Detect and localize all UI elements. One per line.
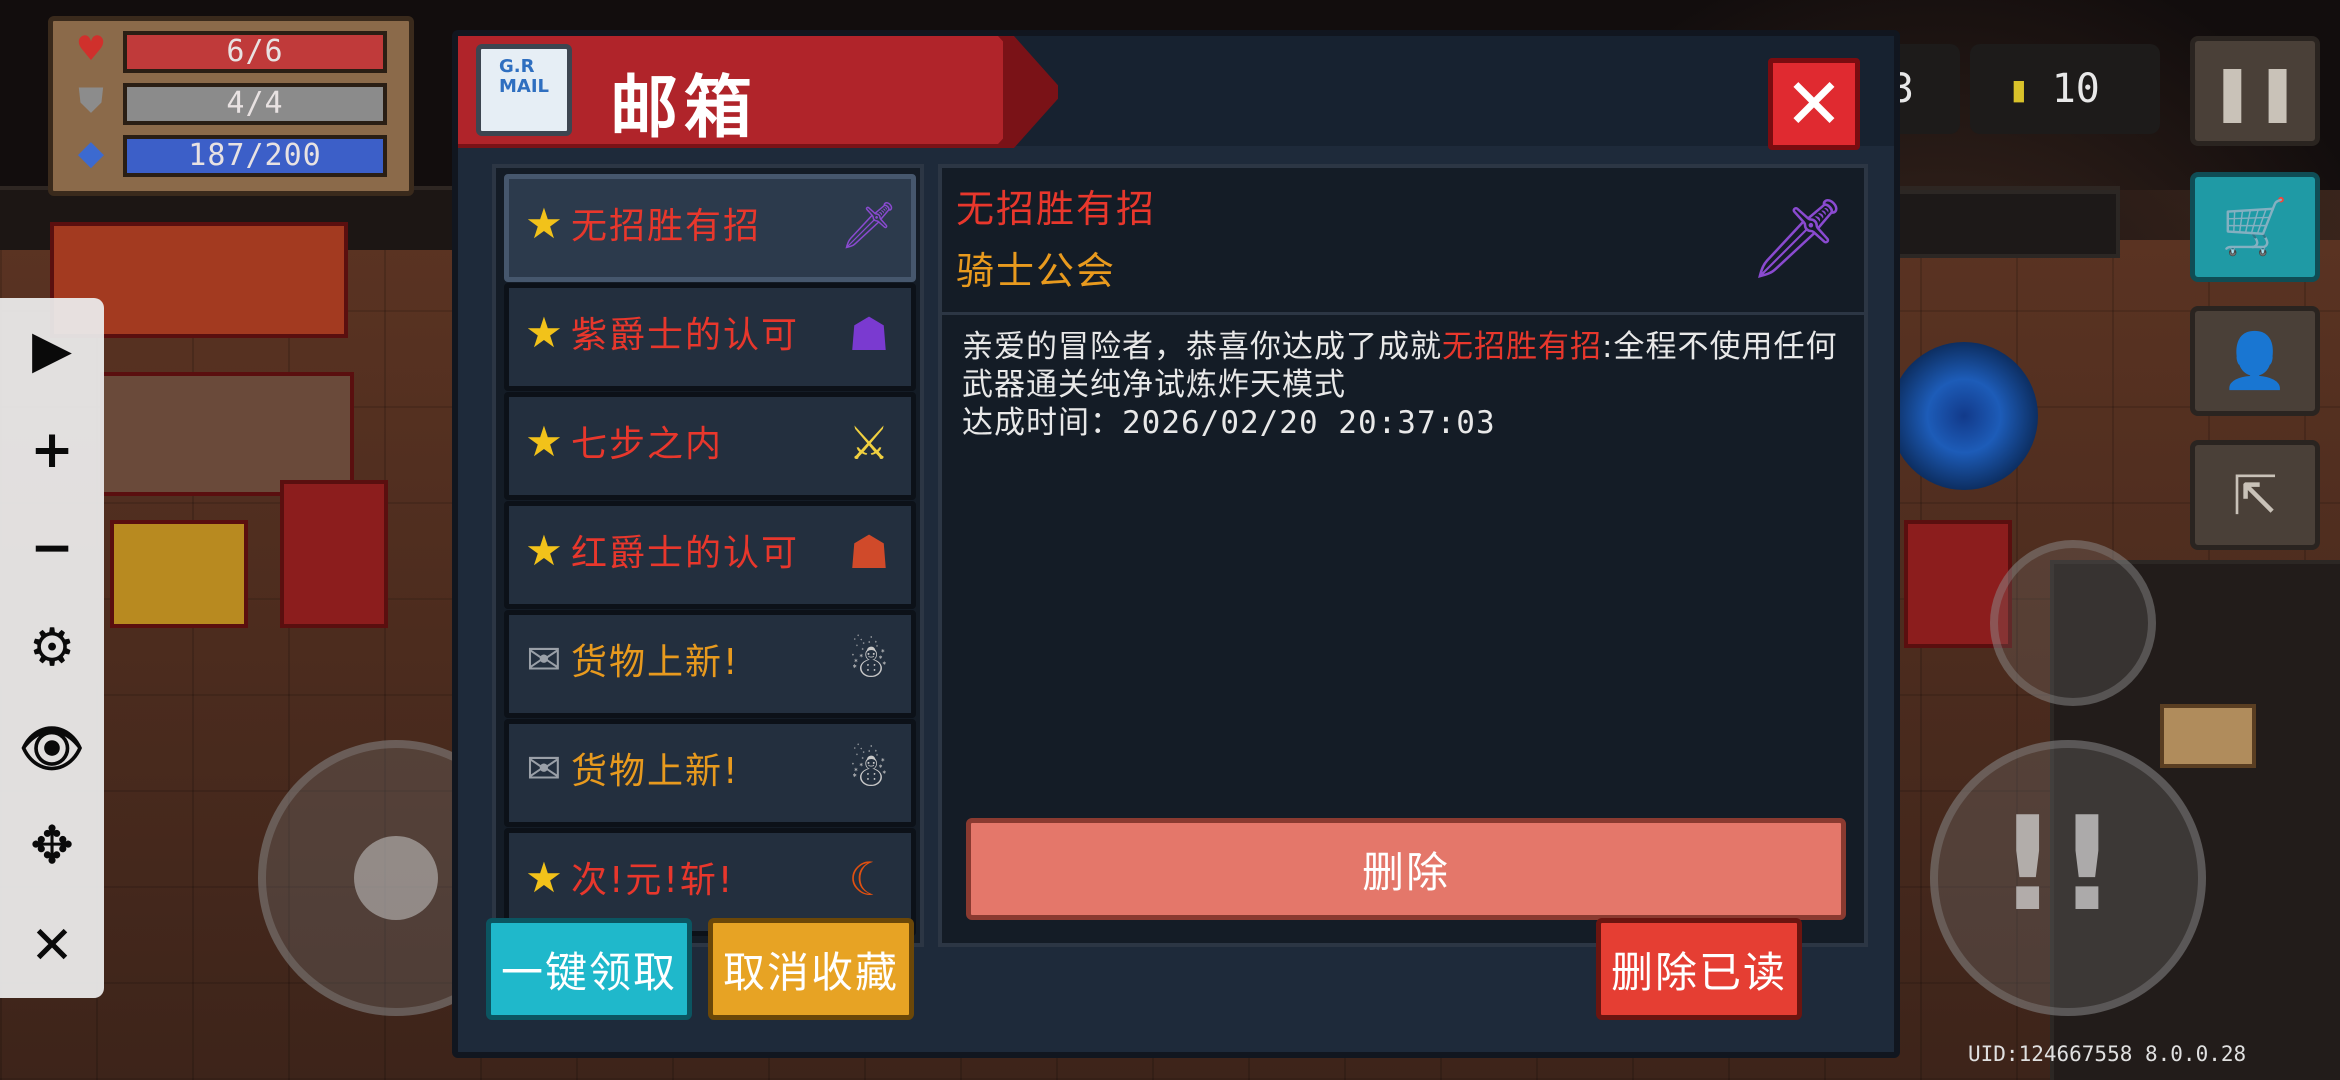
unfavorite-button[interactable]: 取消收藏: [708, 918, 914, 1020]
close-icon: ✕: [30, 916, 74, 976]
profile-button[interactable]: 👤: [2190, 306, 2320, 416]
shield-icon: ⛊: [78, 81, 104, 121]
zoom-in-button[interactable]: +: [20, 418, 84, 482]
play-icon: ▶: [32, 320, 72, 380]
mail-item-title: 七步之内: [571, 424, 724, 465]
pause-icon: ❚❚: [2209, 59, 2301, 123]
mail-item-title: 货物上新!: [571, 751, 740, 792]
joystick-knob[interactable]: [354, 836, 438, 920]
detail-body: 亲爱的冒险者，恭喜你达成了成就无招胜有招:全程不使用任何武器通关纯净试炼炸天模式…: [962, 328, 1842, 442]
purple-sword-icon: 🗡: [1748, 193, 1848, 284]
mail-item-title: 无招胜有招: [571, 206, 762, 247]
settings-button[interactable]: ⚙: [20, 616, 84, 680]
mail-list[interactable]: ★ 无招胜有招 🗡 ★ 紫爵士的认可 ☗ ★ 七步之内 ⚔ ★ 红爵士的认可 ☗…: [492, 164, 924, 947]
mail-item-title: 次!元!斩!: [571, 860, 735, 901]
shop-button[interactable]: 🛒: [2190, 172, 2320, 282]
user-card-icon: 👤: [2221, 329, 2289, 392]
eye-icon: 👁: [19, 718, 86, 779]
merchant-icon: ☃: [848, 743, 890, 797]
mail-detail-panel: 无招胜有招 骑士公会 🗡 亲爱的冒险者，恭喜你达成了成就无招胜有招:全程不使用任…: [938, 164, 1868, 947]
portal-orb: [1890, 342, 2038, 490]
close-button[interactable]: ✕: [1768, 58, 1860, 150]
zoom-out-button[interactable]: −: [20, 516, 84, 580]
mail-item[interactable]: ✉ 货物上新! ☃: [504, 610, 916, 718]
energy-bar: 187/200: [123, 135, 387, 177]
close-x-icon: ✕: [1784, 63, 1844, 145]
notice-board: [2160, 704, 2256, 768]
close-toolbar-button[interactable]: ✕: [20, 914, 84, 978]
envelope-icon: ✉: [526, 635, 562, 684]
crescent-blade-icon: ☾: [848, 852, 890, 906]
move-button[interactable]: ✥: [20, 814, 84, 878]
mail-item[interactable]: ★ 紫爵士的认可 ☗: [504, 283, 916, 391]
cart-icon: 🛒: [2221, 195, 2289, 258]
hp-row: ♥: [71, 29, 111, 69]
energy-row: ◆: [71, 133, 111, 173]
gear-icon: ⚙: [28, 618, 76, 678]
diamond-icon: ◆: [77, 133, 105, 173]
envelope-icon: ✉: [526, 744, 562, 793]
mail-item-title: 红爵士的认可: [571, 533, 800, 574]
gem-value: 10: [2051, 66, 2100, 112]
attack-button[interactable]: !!: [1930, 740, 2206, 1016]
gem-counter: ▮ 10: [1970, 44, 2160, 134]
body-prefix: 亲爱的冒险者，恭喜你达成了成就: [962, 329, 1442, 365]
emulator-toolbar: ▶ + − ⚙ 👁 ✥ ✕: [0, 298, 104, 998]
uid-label: UID:124667558 8.0.0.28: [1968, 1042, 2247, 1066]
hp-bar: 6/6: [123, 31, 387, 73]
gem-icon: ▮: [2008, 68, 2030, 110]
mail-item[interactable]: ★ 红爵士的认可 ☗: [504, 501, 916, 609]
delete-button[interactable]: 删除: [966, 818, 1846, 920]
time-value: 2026/02/20 20:37:03: [1122, 405, 1496, 441]
detail-title: 无招胜有招: [956, 187, 1157, 231]
claim-all-button[interactable]: 一键领取: [486, 918, 692, 1020]
delete-read-button[interactable]: 删除已读: [1596, 918, 1802, 1020]
divider: [942, 312, 1864, 315]
merchant-icon: ☃: [848, 634, 890, 688]
plus-icon: +: [30, 420, 74, 480]
mail-item-title: 货物上新!: [571, 642, 740, 683]
player-stats-panel: ♥ 6/6 ⛊ 4/4 ◆ 187/200: [48, 16, 414, 196]
star-icon: ★: [525, 853, 563, 902]
time-label: 达成时间：: [962, 405, 1122, 441]
play-button[interactable]: ▶: [20, 318, 84, 382]
lantern-decoration: [280, 480, 388, 628]
shrine-decoration: [110, 520, 248, 628]
visibility-button[interactable]: 👁: [19, 716, 86, 780]
mail-item[interactable]: ★ 七步之内 ⚔: [504, 392, 916, 500]
minus-icon: −: [30, 518, 74, 578]
detail-sender: 骑士公会: [956, 249, 1117, 293]
pause-button[interactable]: ❚❚: [2190, 36, 2320, 146]
exclamation-icon: !!: [1998, 788, 2117, 940]
golden-sword-icon: ⚔: [848, 416, 890, 470]
mail-item-title: 紫爵士的认可: [571, 315, 800, 356]
purple-knight-helmet-icon: ☗: [848, 307, 890, 361]
armor-bar: 4/4: [123, 83, 387, 125]
poster-decoration: [100, 372, 354, 496]
star-icon: ★: [525, 417, 563, 466]
armor-row: ⛊: [71, 81, 111, 121]
export-icon: ⇱: [2232, 463, 2278, 527]
star-icon: ★: [525, 526, 563, 575]
mailbox-window: G.R MAIL 邮箱 ✕ ★ 无招胜有招 🗡 ★ 紫爵士的认可 ☗ ★ 七步之内…: [452, 30, 1900, 1058]
star-icon: ★: [525, 199, 563, 248]
heart-icon: ♥: [75, 29, 107, 69]
skill-button[interactable]: [1990, 540, 2156, 706]
mail-envelope-icon: G.R MAIL: [476, 44, 572, 136]
red-knight-helmet-icon: ☗: [848, 525, 890, 579]
mailbox-title: 邮箱: [610, 69, 759, 148]
star-icon: ★: [525, 308, 563, 357]
purple-sword-icon: 🗡: [839, 197, 899, 252]
body-highlight: 无招胜有招: [1442, 329, 1602, 365]
move-icon: ✥: [30, 816, 74, 876]
mail-item[interactable]: ✉ 货物上新! ☃: [504, 719, 916, 827]
export-button[interactable]: ⇱: [2190, 440, 2320, 550]
mail-item[interactable]: ★ 无招胜有招 🗡: [504, 174, 916, 282]
